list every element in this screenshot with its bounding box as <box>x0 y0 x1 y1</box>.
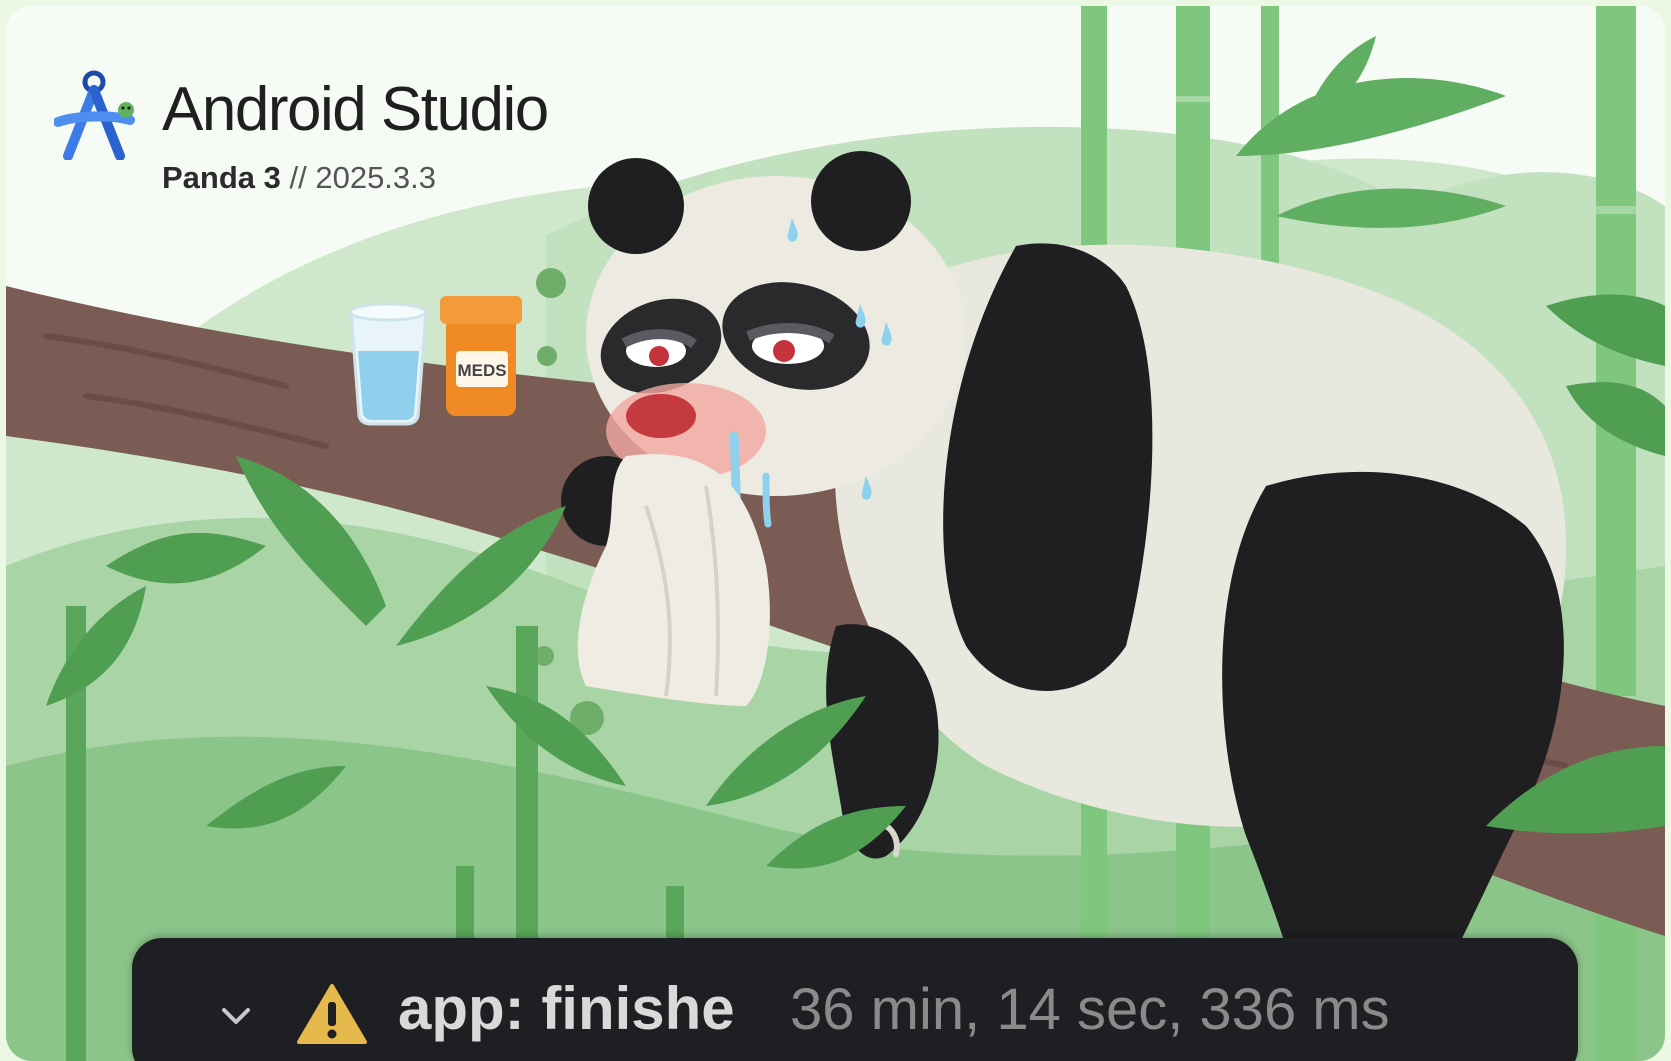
version-number: 2025.3.3 <box>315 160 437 195</box>
android-studio-logo-icon <box>54 70 135 160</box>
splash-screen: MEDS Android Studio Panda 3 // 2025.3.3 … <box>6 6 1665 1061</box>
chevron-down-icon[interactable] <box>216 996 256 1036</box>
release-name: Panda 3 <box>162 160 281 195</box>
build-task-label: app: finishe <box>398 975 735 1042</box>
version-line: Panda 3 // 2025.3.3 <box>162 160 436 196</box>
warning-triangle-icon <box>297 984 367 1044</box>
build-status-bar[interactable]: app: finishe 36 min, 14 sec, 336 ms <box>132 938 1578 1061</box>
build-duration: 36 min, 14 sec, 336 ms <box>790 977 1390 1042</box>
app-name: Android Studio <box>162 75 549 144</box>
meds-label: MEDS <box>457 361 506 380</box>
version-separator: // <box>280 160 316 195</box>
